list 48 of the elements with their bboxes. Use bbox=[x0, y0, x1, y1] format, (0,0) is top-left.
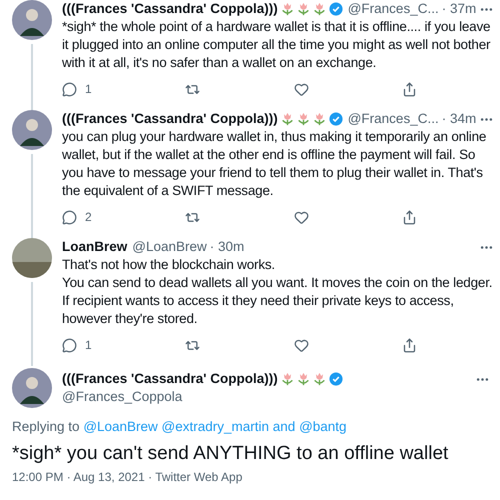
author-name[interactable]: (((Frances 'Cassandra' Coppola))) bbox=[62, 370, 278, 388]
reply-button[interactable]: 1 bbox=[62, 80, 92, 98]
avatar-icon bbox=[12, 0, 52, 40]
author-handle[interactable]: @Frances_C... bbox=[348, 110, 439, 128]
tulip-icon bbox=[296, 2, 310, 16]
author-name[interactable]: (((Frances 'Cassandra' Coppola))) bbox=[62, 0, 278, 18]
tweet-text: you can plug your hardware wallet in, thus making it temporarily an online wallet, but if the wallet at the other end is offline the payment will fail. So you have to message your friend to tell them to plug their wallet in. That's the equivalent of a SWIFT message. bbox=[62, 128, 488, 200]
tweet-text: *sigh* you can't send ANYTHING to an offline wallet bbox=[12, 442, 450, 466]
reply-count: 2 bbox=[85, 209, 92, 226]
author-name[interactable]: (((Frances 'Cassandra' Coppola))) bbox=[62, 110, 278, 128]
author-handle[interactable]: @Frances_Coppola bbox=[62, 388, 490, 406]
author-handle[interactable]: @Frances_C... bbox=[348, 0, 439, 18]
reply-count: 1 bbox=[85, 337, 92, 354]
tweet-time[interactable]: · 30m bbox=[210, 238, 244, 256]
tulip-icon bbox=[312, 112, 326, 126]
like-icon bbox=[294, 338, 309, 352]
tulip-icon bbox=[280, 112, 294, 126]
tweet-text: That's not how the blockchain works. You can send to dead wallets all you want. It moves the coin on the ledger. If recipient wants to access it they need their private keys to access, however they're stored. bbox=[62, 256, 494, 328]
reply-button[interactable]: 2 bbox=[62, 208, 92, 226]
author-handle[interactable]: @LoanBrew bbox=[132, 238, 207, 256]
tulip-icon bbox=[312, 372, 326, 386]
tweet-text: *sigh* the whole point of a hardware wallet is that it is offline.... if you leave it plugged into an online computer all the time you might as well not bother with it at all, it's no safer than a wallet on an exchange. bbox=[62, 18, 492, 72]
share-button[interactable] bbox=[402, 80, 417, 98]
share-button[interactable] bbox=[402, 208, 417, 226]
tulip-icon bbox=[296, 112, 310, 126]
reply-count: 1 bbox=[85, 81, 92, 98]
share-icon bbox=[402, 338, 417, 352]
tulip-icon bbox=[312, 2, 326, 16]
share-icon bbox=[402, 82, 417, 96]
share-button[interactable] bbox=[402, 336, 417, 354]
reply-icon bbox=[62, 338, 77, 352]
tweet-timestamp: 12:00 PM · Aug 13, 2021 · Twitter Web App bbox=[12, 470, 244, 485]
replying-to-label: Replying to bbox=[12, 419, 80, 434]
tulip-icon bbox=[280, 2, 294, 16]
reply-icon bbox=[62, 82, 77, 96]
avatar-icon bbox=[12, 110, 52, 150]
reply-button[interactable]: 1 bbox=[62, 336, 92, 354]
like-icon bbox=[294, 82, 309, 96]
tulip-icon bbox=[296, 372, 310, 386]
avatar-icon bbox=[12, 368, 52, 408]
author-name[interactable]: LoanBrew bbox=[62, 238, 128, 256]
tweet-time[interactable]: · 34m bbox=[442, 110, 476, 128]
tweet-time[interactable]: · 37m bbox=[442, 0, 476, 18]
share-icon bbox=[402, 210, 417, 224]
reply-icon bbox=[62, 210, 77, 224]
like-icon bbox=[294, 210, 309, 224]
avatar-icon bbox=[12, 238, 52, 278]
tulip-icon bbox=[280, 372, 294, 386]
